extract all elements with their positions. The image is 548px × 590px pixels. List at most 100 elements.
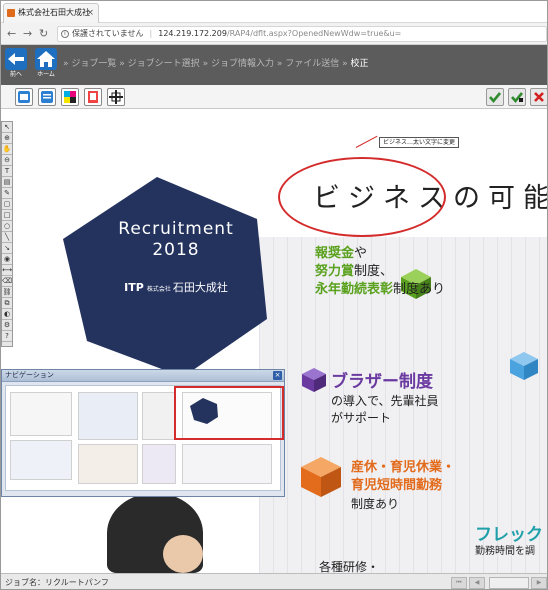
thumb-page-5 — [142, 392, 176, 440]
breadcrumb-separator: » — [119, 59, 125, 69]
tab-close-icon[interactable]: × — [86, 4, 94, 22]
page-view-icon — [18, 91, 30, 103]
browser-tab[interactable]: 株式会社石田大成社 × — [3, 3, 99, 23]
ellipse-tool-icon[interactable]: ○ — [2, 221, 12, 232]
back-button[interactable]: 前へ — [3, 48, 29, 84]
feature1-text2: 制度、 — [354, 264, 394, 279]
breadcrumb-separator: » — [342, 59, 348, 69]
document-icon — [88, 91, 98, 103]
company-logo: ITP 株式会社 石田大成社 — [116, 281, 236, 297]
pen-tool-icon[interactable]: ✎ — [2, 188, 12, 199]
color-tool-icon[interactable]: ◐ — [2, 309, 12, 320]
rectangle-tool-icon[interactable]: □ — [2, 210, 12, 221]
line-tool-icon[interactable]: ╲ — [2, 232, 12, 243]
annotation-note[interactable]: ビジネス…太い文字に変更 — [379, 137, 460, 148]
cmyk-icon — [64, 91, 76, 103]
breadcrumb-item-file-send[interactable]: ファイル送信 — [285, 59, 339, 69]
zoom-out-tool-icon[interactable]: ⊖ — [2, 155, 12, 166]
comment-list-icon — [41, 91, 53, 103]
back-arrow-icon[interactable]: ← — [7, 27, 16, 41]
check-icon — [489, 92, 502, 104]
back-label: 前へ — [9, 71, 22, 78]
breadcrumb-item-job-info[interactable]: ジョブ情報入力 — [211, 59, 274, 69]
highlight-tool-icon[interactable]: ▤ — [2, 177, 12, 188]
arrow-tool-icon[interactable]: ↘ — [2, 243, 12, 254]
cover-title-line1: Recruitment — [118, 219, 234, 239]
view-toggle-button[interactable] — [15, 88, 33, 106]
feature4-title: フレック — [475, 525, 543, 545]
blue-cube-icon — [510, 352, 538, 380]
logo-itp: ITP — [124, 281, 144, 294]
zoom-tool-icon[interactable]: ⊕ — [2, 133, 12, 144]
breadcrumb-item-job-list[interactable]: ジョブ一覧 — [71, 59, 116, 69]
eraser-tool-icon[interactable]: ⌫ — [2, 276, 12, 287]
measure-tool-icon[interactable]: ⟷ — [2, 265, 12, 276]
breadcrumb-item-job-sheet[interactable]: ジョブシート選択 — [128, 59, 200, 69]
settings-tool-icon[interactable]: ⚙ — [2, 320, 12, 331]
feature4-sub: 勤務時間を調 — [475, 546, 535, 557]
compare-tool-icon[interactable]: ⧉ — [2, 298, 12, 309]
feature2-line3: がサポート — [331, 411, 392, 425]
approve-with-comment-button[interactable] — [508, 88, 526, 106]
security-status: 保護されていません — [72, 29, 144, 38]
breadcrumb-separator: » — [276, 59, 283, 69]
next-page-button[interactable]: ▶ — [531, 577, 547, 589]
address-input[interactable]: i 保護されていません | 124.219.172.209/RAP4/dflt.as… — [57, 26, 547, 42]
annotation-leader-line — [355, 135, 378, 148]
thumb-page-2 — [10, 440, 72, 480]
stamp-tool-icon[interactable]: ◉ — [2, 254, 12, 265]
home-icon — [35, 48, 57, 70]
thumb-page-3 — [78, 392, 138, 440]
feature1-term2: 努力賞 — [315, 264, 355, 279]
prev-page-button[interactable]: ◀ — [469, 577, 485, 589]
info-icon[interactable]: i — [61, 30, 69, 38]
proof-toolbar — [1, 85, 547, 109]
orange-cube-icon — [301, 457, 341, 497]
crosshair-icon — [109, 90, 123, 104]
select-tool-icon[interactable]: ↖ — [2, 122, 12, 133]
cover-title-line2: 2018 — [152, 240, 200, 260]
document-canvas[interactable]: Recruitment 2018 ITP株式会社石田大成社 ビジネスの可能性 ビ… — [13, 109, 547, 573]
text-tool-icon[interactable]: T — [2, 166, 12, 177]
note-tool-icon[interactable]: ▢ — [2, 199, 12, 210]
browser-window: 株式会社石田大成社 × ← → ↻ i 保護されていません | 124.219.17… — [0, 0, 548, 590]
reject-button[interactable] — [530, 88, 547, 106]
feature3-line2: 育児短時間勤務 — [351, 478, 443, 493]
address-bar-row: ← → ↻ i 保護されていません | 124.219.172.209/RAP4/d… — [1, 23, 547, 45]
feature-flex: フレック 勤務時間を調 — [475, 525, 543, 559]
crosshair-button[interactable] — [107, 88, 125, 106]
job-value: リクルートパンフ — [45, 578, 109, 587]
pan-tool-icon[interactable]: ✋ — [2, 144, 12, 155]
feature1-text3: 制度あり — [393, 282, 446, 297]
comment-list-button[interactable] — [38, 88, 56, 106]
home-button[interactable]: ホーム — [33, 48, 59, 84]
feature-brother: ブラザー制度 の導入で、先輩社員 がサポート — [331, 371, 439, 427]
feature1-term1: 報奨金 — [315, 246, 355, 261]
navigation-title-bar[interactable]: ナビゲーション × — [2, 370, 284, 382]
navigation-panel[interactable]: ナビゲーション × — [1, 369, 285, 497]
cover-hexagon — [53, 169, 273, 379]
training-text: 各種研修・ — [319, 560, 380, 573]
breadcrumb: » ジョブ一覧 » ジョブシート選択 » ジョブ情報入力 » ファイル送信 » … — [63, 57, 369, 71]
annotation-ellipse[interactable] — [278, 157, 446, 237]
site-favicon-icon — [7, 9, 15, 17]
feature1-text1: や — [354, 246, 368, 261]
navigation-title: ナビゲーション — [5, 371, 54, 379]
color-separation-button[interactable] — [61, 88, 79, 106]
feature-childcare: 産休・育児休業・ 育児短時間勤務 制度あり — [351, 459, 455, 513]
first-page-button[interactable]: ⏮ — [451, 577, 467, 589]
thumb-page-1 — [10, 392, 72, 436]
reload-icon[interactable]: ↻ — [39, 27, 48, 41]
approve-button[interactable] — [486, 88, 504, 106]
help-tool-icon[interactable]: ? — [2, 331, 12, 342]
link-tool-icon[interactable]: ⛓ — [2, 287, 12, 298]
breadcrumb-separator: » — [63, 59, 69, 69]
title-bar: 株式会社石田大成社 × — [1, 1, 547, 23]
feature2-line2: の導入で、先輩社員 — [331, 394, 439, 408]
navigation-viewport-frame[interactable] — [174, 386, 284, 440]
app-header: 前へ ホーム » ジョブ一覧 » ジョブシート選択 » ジョブ情報入力 » ファ… — [1, 45, 547, 85]
forward-arrow-icon[interactable]: → — [23, 27, 32, 41]
navigation-close-button[interactable]: × — [273, 371, 282, 380]
page-number-field[interactable] — [489, 577, 529, 589]
print-preview-button[interactable] — [84, 88, 102, 106]
